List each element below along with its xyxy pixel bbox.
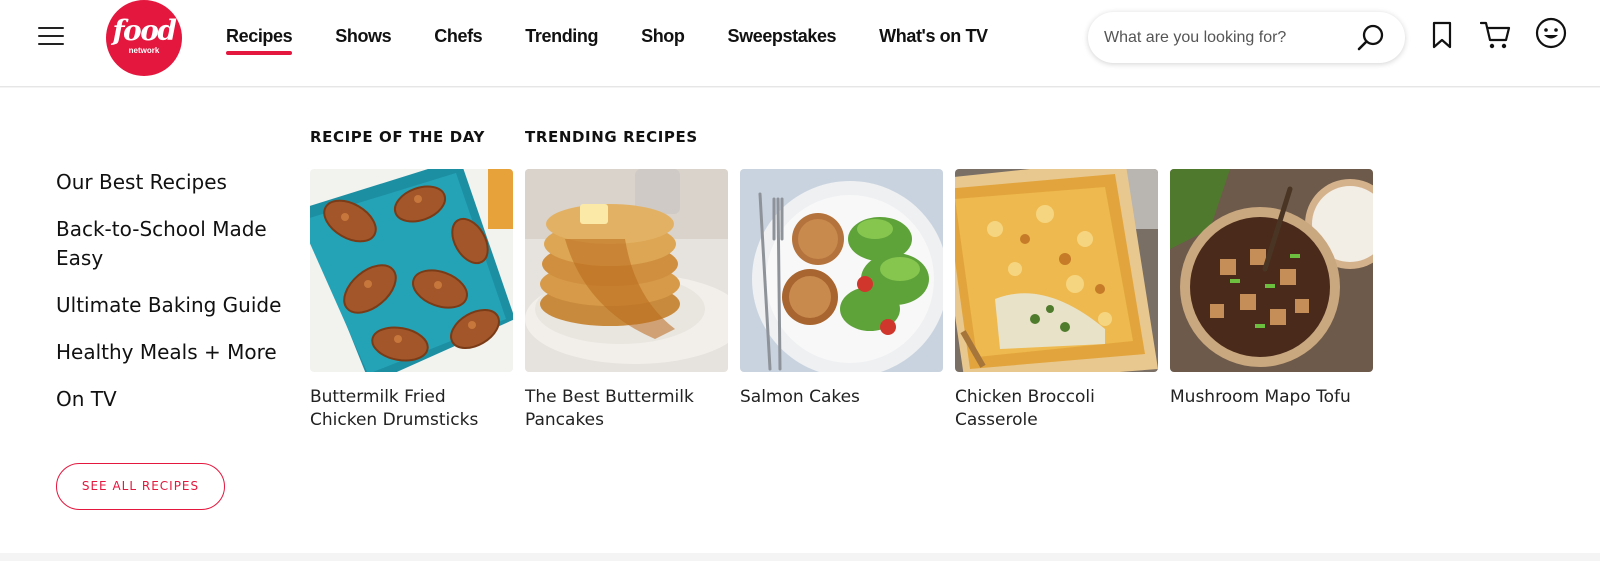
link-ultimate-baking-guide[interactable]: Ultimate Baking Guide	[56, 291, 296, 320]
link-back-to-school[interactable]: Back-to-School Made Easy	[56, 215, 296, 273]
recipes-side-links: Our Best Recipes Back-to-School Made Eas…	[56, 168, 296, 432]
account-smiley-icon[interactable]	[1535, 17, 1567, 54]
link-our-best-recipes[interactable]: Our Best Recipes	[56, 168, 296, 197]
search-box	[1088, 12, 1405, 63]
link-healthy-meals[interactable]: Healthy Meals + More	[56, 338, 296, 367]
nav-recipes[interactable]: Recipes	[226, 26, 293, 56]
bottom-divider	[0, 553, 1600, 561]
recipe-of-the-day-heading: RECIPE OF THE DAY	[310, 128, 486, 146]
nav-whats-on-tv[interactable]: What's on TV	[879, 26, 988, 56]
menu-icon[interactable]	[38, 25, 64, 47]
recipe-card-title[interactable]: Buttermilk Fried Chicken Drumsticks	[310, 386, 513, 432]
logo-word: food	[112, 14, 177, 47]
nav-chefs[interactable]: Chefs	[434, 26, 482, 56]
recipe-image-fried-chicken[interactable]	[310, 169, 513, 372]
recipe-card[interactable]: The Best Buttermilk Pancakes	[525, 169, 728, 432]
recipe-card-title[interactable]: Chicken Broccoli Casserole	[955, 386, 1158, 432]
recipe-card-title[interactable]: Salmon Cakes	[740, 386, 943, 409]
recipe-card-title[interactable]: Mushroom Mapo Tofu	[1170, 386, 1373, 409]
recipe-card[interactable]: Buttermilk Fried Chicken Drumsticks	[310, 169, 513, 432]
search-input[interactable]	[1104, 26, 1344, 50]
recipe-image-casserole[interactable]	[955, 169, 1158, 372]
site-header: food network Recipes Shows Chefs Trendin…	[0, 0, 1600, 87]
recipe-image-pancakes[interactable]	[525, 169, 728, 372]
logo-sub: network	[128, 46, 160, 55]
main-nav: Recipes Shows Chefs Trending Shop Sweeps…	[226, 26, 1031, 56]
bookmark-icon[interactable]	[1431, 21, 1453, 54]
see-all-recipes-button[interactable]: SEE ALL RECIPES	[56, 463, 225, 510]
recipe-card-title[interactable]: The Best Buttermilk Pancakes	[525, 386, 728, 432]
food-network-logo[interactable]: food network	[106, 0, 182, 76]
recipes-dropdown-panel: Our Best Recipes Back-to-School Made Eas…	[0, 88, 1600, 553]
nav-shows[interactable]: Shows	[335, 26, 391, 56]
link-on-tv[interactable]: On TV	[56, 385, 296, 414]
recipe-image-salmon-cakes[interactable]	[740, 169, 943, 372]
nav-shop[interactable]: Shop	[641, 26, 685, 56]
trending-recipes-heading: TRENDING RECIPES	[525, 128, 698, 146]
recipe-card[interactable]: Salmon Cakes	[740, 169, 943, 409]
recipe-image-mapo-tofu[interactable]	[1170, 169, 1373, 372]
nav-sweepstakes[interactable]: Sweepstakes	[728, 26, 837, 56]
search-icon[interactable]	[1356, 23, 1386, 53]
recipe-card[interactable]: Mushroom Mapo Tofu	[1170, 169, 1373, 409]
recipe-card[interactable]: Chicken Broccoli Casserole	[955, 169, 1158, 432]
cart-icon[interactable]	[1479, 20, 1512, 55]
nav-trending[interactable]: Trending	[525, 26, 598, 56]
